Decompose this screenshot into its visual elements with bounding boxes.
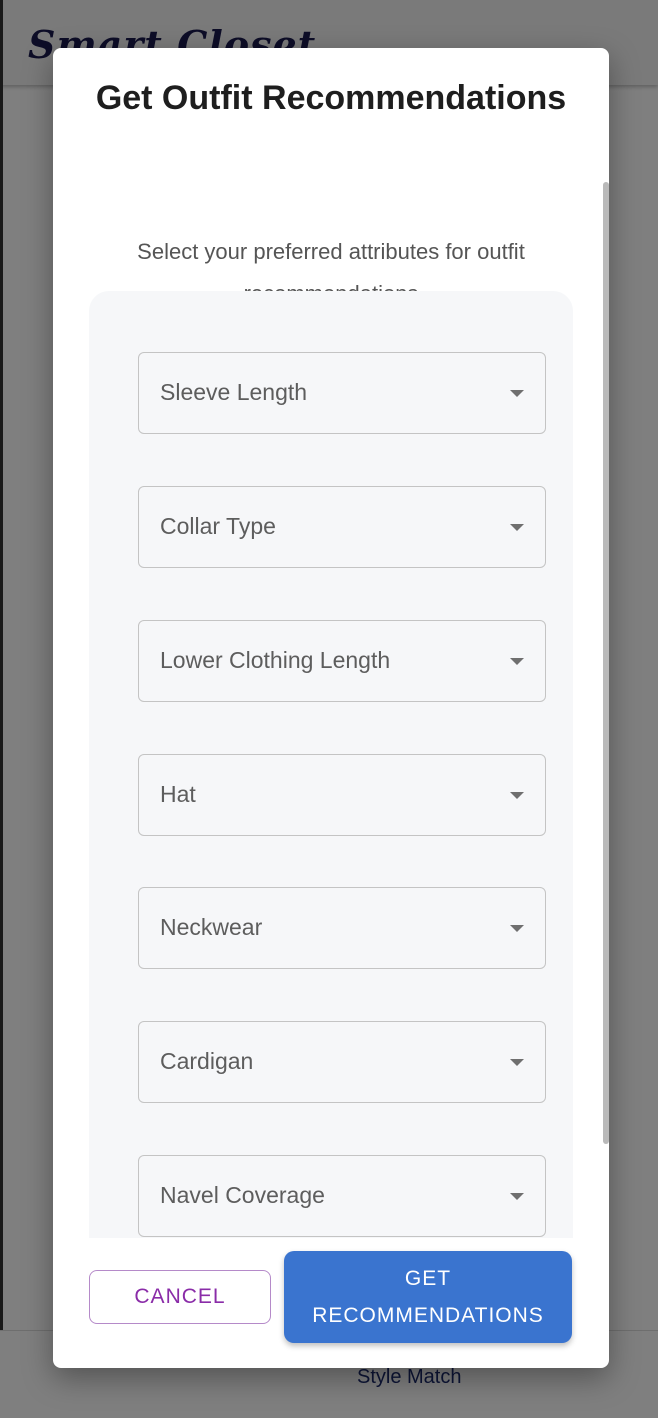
cardigan-select[interactable]: Cardigan [138, 1021, 546, 1103]
recommendations-dialog: Get Outfit Recommendations Select your p… [53, 48, 609, 1368]
dropdown-arrow-icon [510, 1193, 524, 1200]
navel-coverage-select[interactable]: Navel Coverage [138, 1155, 546, 1237]
select-label: Collar Type [160, 513, 276, 539]
dropdown-arrow-icon [510, 524, 524, 531]
collar-type-select[interactable]: Collar Type [138, 486, 546, 568]
button-label-line1: GET [404, 1267, 452, 1290]
button-label-line2: RECOMMENDATIONS [312, 1304, 544, 1327]
select-label: Lower Clothing Length [160, 647, 391, 673]
sleeve-length-select[interactable]: Sleeve Length [138, 352, 546, 434]
select-label: Neckwear [160, 914, 263, 940]
select-label: Navel Coverage [160, 1182, 325, 1208]
dropdown-arrow-icon [510, 390, 524, 397]
neckwear-select[interactable]: Neckwear [138, 887, 546, 969]
dialog-scrollbar[interactable] [603, 182, 609, 1144]
lower-clothing-length-select[interactable]: Lower Clothing Length [138, 620, 546, 702]
dropdown-arrow-icon [510, 925, 524, 932]
dropdown-arrow-icon [510, 1059, 524, 1066]
select-label: Hat [160, 781, 196, 807]
dropdown-arrow-icon [510, 792, 524, 799]
get-recommendations-button[interactable]: GET RECOMMENDATIONS [284, 1251, 572, 1343]
dialog-title: Get Outfit Recommendations [95, 79, 567, 117]
select-label: Cardigan [160, 1048, 254, 1074]
select-label: Sleeve Length [160, 379, 308, 405]
hat-select[interactable]: Hat [138, 754, 546, 836]
cancel-button[interactable]: CANCEL [89, 1270, 271, 1324]
attributes-form-panel: Sleeve Length Collar Type Lower Clothing… [89, 291, 573, 1238]
dropdown-arrow-icon [510, 658, 524, 665]
